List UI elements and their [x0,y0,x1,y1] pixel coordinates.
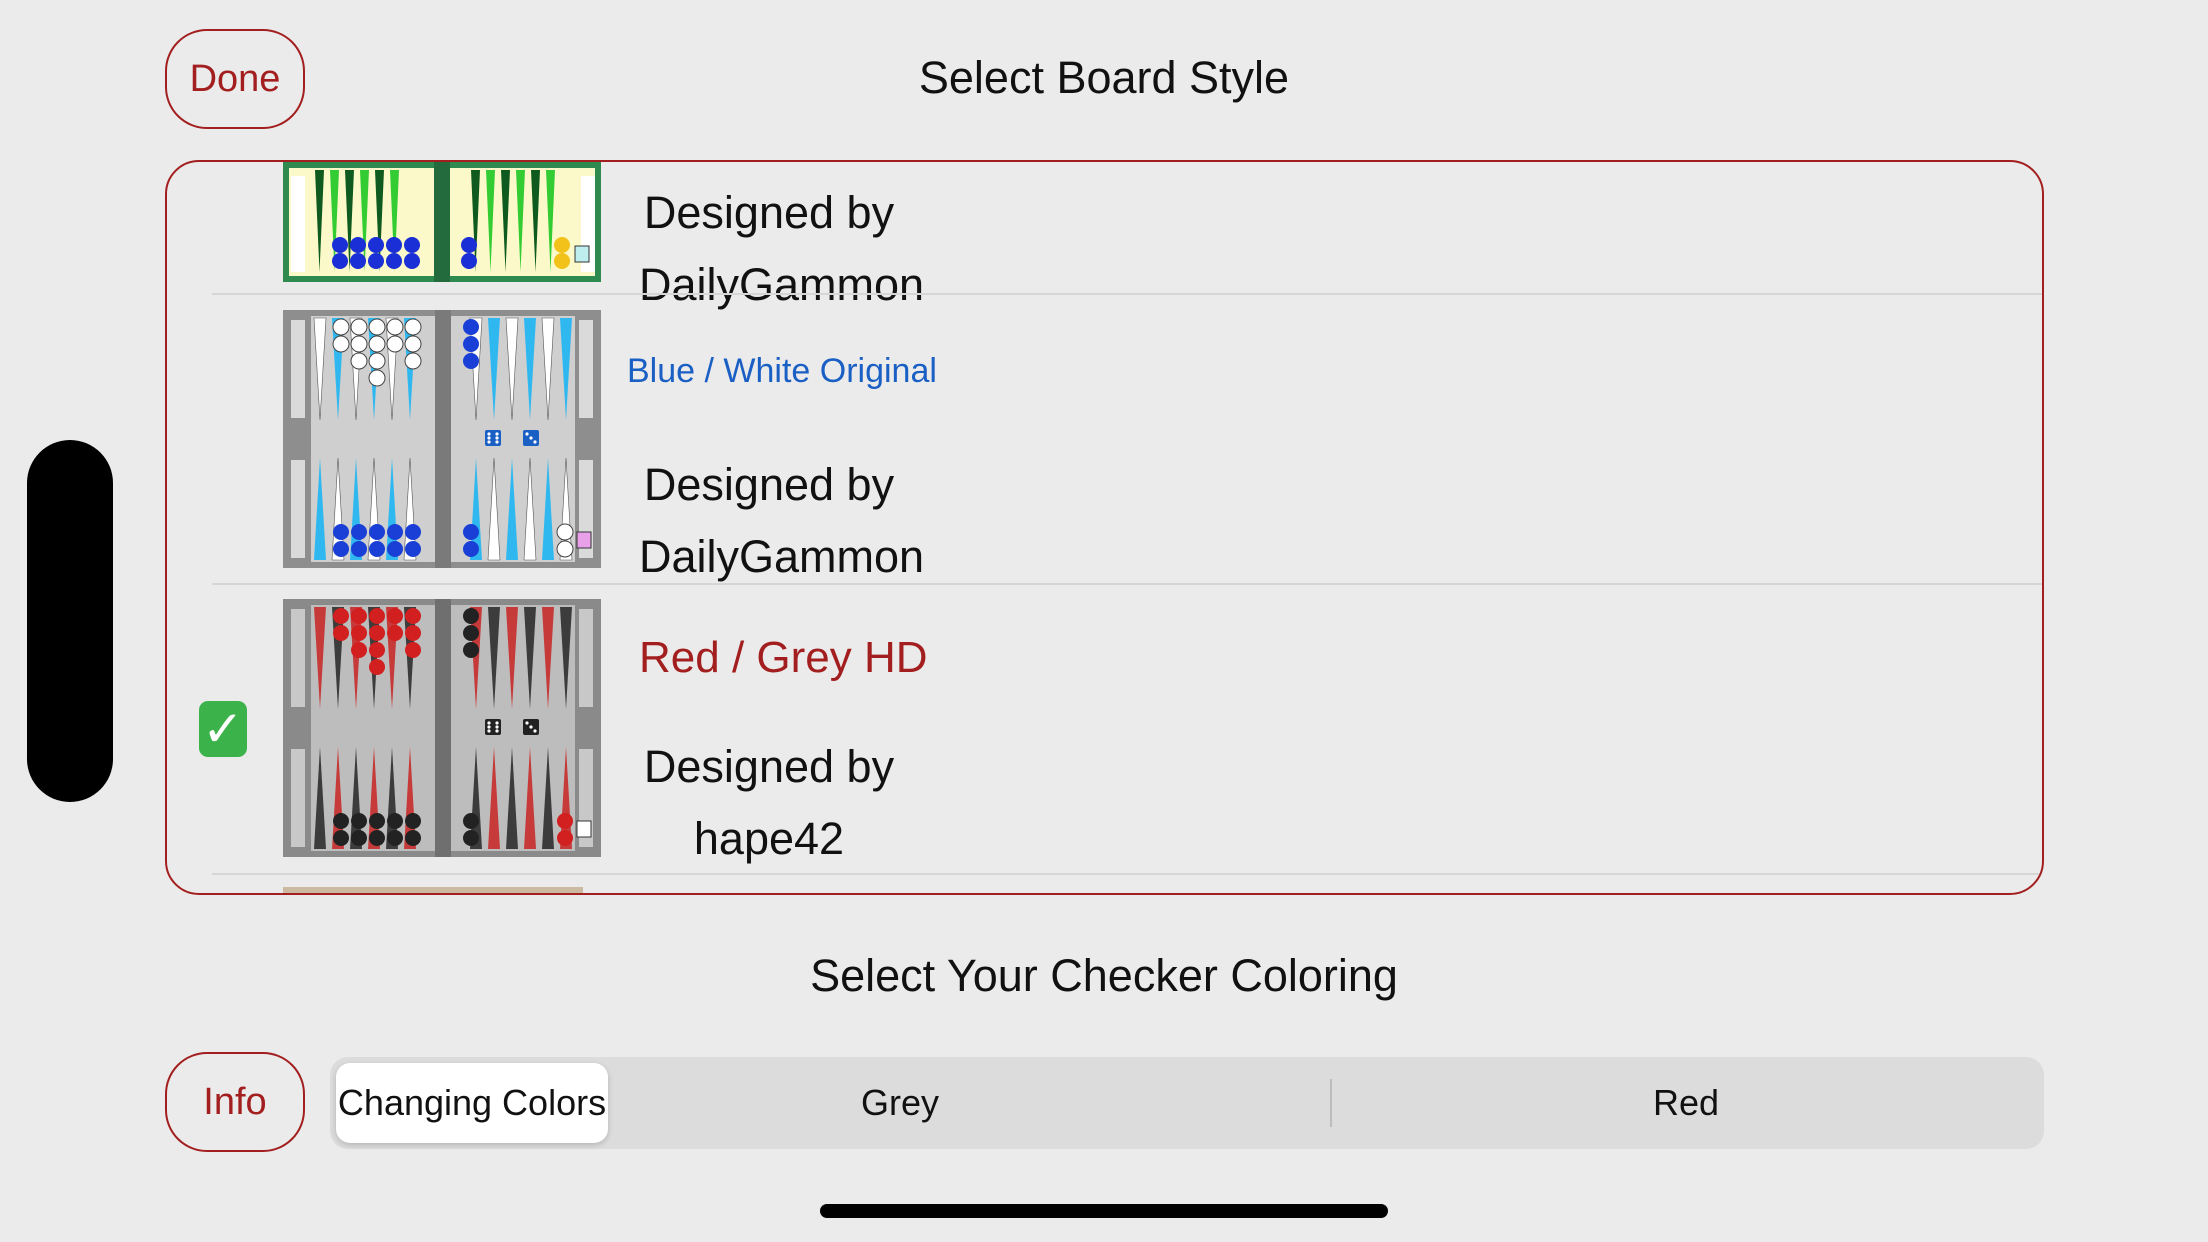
board-row-green[interactable]: Designed by DailyGammon [167,162,2042,320]
board-row-next[interactable] [283,887,583,893]
info-button[interactable]: Info [165,1052,305,1152]
board-row-blue-white[interactable]: Blue / White Original Designed by DailyG… [167,310,2042,598]
board-thumbnail-red-grey [283,599,601,857]
checker-section-title: Select Your Checker Coloring [810,950,1398,1001]
page-title: Select Board Style [918,52,1290,103]
row-separator [212,583,2042,585]
board-name: Red / Grey HD [639,633,928,682]
device-notch [27,440,113,802]
board-style-list[interactable]: Designed by DailyGammon Blue / White Ori… [165,160,2044,895]
segment-red[interactable]: Red [1334,1057,2038,1149]
board-designer: hape42 [693,813,845,864]
board-designed-by: Designed by [643,187,895,238]
board-row-red-grey[interactable]: ✓ Red / Grey HD Designed by hape42 [167,599,2042,887]
board-thumbnail-green [283,162,601,282]
segment-changing-colors[interactable]: Changing Colors [336,1063,608,1143]
board-designed-by: Designed by [643,459,895,510]
row-separator [212,293,2042,295]
row-separator [212,873,2042,875]
segment-grey[interactable]: Grey [614,1057,1186,1149]
board-thumbnail-blue-white [283,310,601,568]
segment-divider [1330,1079,1332,1127]
checker-coloring-segmented-control[interactable]: Changing Colors Grey Red [330,1057,2044,1149]
board-designed-by: Designed by [643,741,895,792]
board-name: Blue / White Original [627,352,937,390]
home-indicator[interactable] [820,1204,1388,1218]
check-mark-icon: ✓ [199,701,247,757]
